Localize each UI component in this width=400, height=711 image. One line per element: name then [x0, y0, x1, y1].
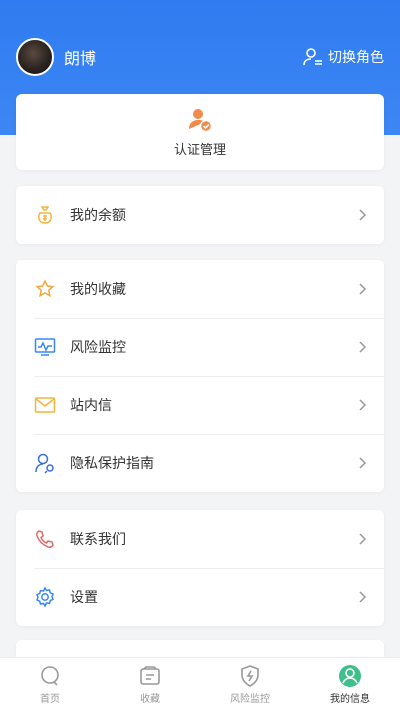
menu-item-label: 设置 [70, 590, 98, 606]
tab-label: 收藏 [140, 694, 160, 705]
user-icon [338, 664, 362, 688]
shield-icon [238, 664, 262, 688]
money-bag-icon [34, 204, 56, 226]
tab-collect[interactable]: 收藏 [100, 658, 200, 711]
menu-item-risk-monitor[interactable]: 风险监控 [16, 318, 384, 376]
tab-home[interactable]: 首页 [0, 658, 100, 711]
settings-list-card: 联系我们 设置 [16, 510, 384, 626]
menu-item-favorites[interactable]: 我的收藏 [16, 260, 384, 318]
chevron-right-icon [359, 457, 367, 469]
star-icon [34, 278, 56, 300]
switch-user-icon [303, 48, 322, 66]
avatar[interactable] [16, 38, 54, 76]
menu-item-messages[interactable]: 站内信 [16, 376, 384, 434]
menu-item-settings[interactable]: 设置 [16, 568, 384, 626]
tab-my-info[interactable]: 我的信息 [300, 658, 400, 711]
chevron-right-icon [359, 591, 367, 603]
tab-label: 风险监控 [230, 694, 270, 705]
menu-item-label: 隐私保护指南 [70, 456, 154, 472]
menu-list-card: 我的收藏 风险监控 站内信 隐私保护指南 [16, 260, 384, 492]
collect-icon [138, 664, 162, 688]
switch-role-label: 切换角色 [328, 50, 384, 66]
phone-icon [34, 528, 56, 550]
tab-label: 首页 [40, 694, 60, 705]
switch-role-button[interactable]: 切换角色 [302, 46, 384, 68]
auth-management-card[interactable]: 认证管理 [16, 94, 384, 170]
gear-icon [34, 586, 56, 608]
menu-item-privacy[interactable]: 隐私保护指南 [16, 434, 384, 492]
monitor-icon [34, 336, 56, 358]
profile[interactable]: 朗博 [16, 38, 96, 76]
username: 朗博 [64, 49, 97, 68]
balance-card[interactable]: 我的余额 [16, 186, 384, 244]
search-icon [38, 664, 62, 688]
menu-item-contact[interactable]: 联系我们 [16, 510, 384, 568]
chevron-right-icon [359, 341, 367, 353]
chevron-right-icon [359, 399, 367, 411]
mail-icon [34, 394, 56, 416]
chevron-right-icon [359, 533, 367, 545]
menu-item-balance[interactable]: 我的余额 [16, 186, 384, 244]
chevron-right-icon [359, 283, 367, 295]
bottom-tab-bar: 首页 收藏 风险监控 我的信息 [0, 657, 400, 711]
menu-item-label: 我的收藏 [70, 282, 126, 298]
menu-item-label: 站内信 [70, 398, 112, 414]
tab-label: 我的信息 [330, 694, 370, 705]
menu-item-label: 我的余额 [70, 208, 126, 224]
auth-icon [189, 108, 213, 132]
menu-item-label: 风险监控 [70, 340, 126, 356]
privacy-user-icon [34, 452, 56, 474]
tab-risk-monitor[interactable]: 风险监控 [200, 658, 300, 711]
menu-item-label: 联系我们 [70, 532, 126, 548]
auth-label: 认证管理 [173, 142, 226, 158]
chevron-right-icon [359, 209, 367, 221]
